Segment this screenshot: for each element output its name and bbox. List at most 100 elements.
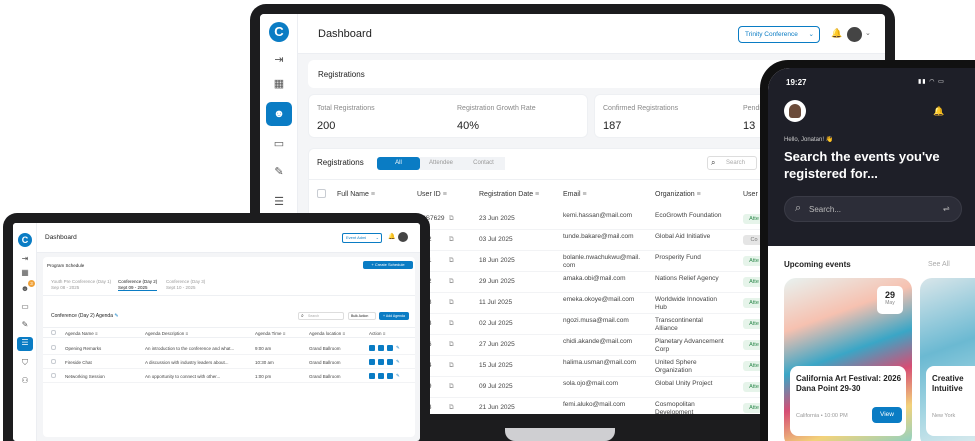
cell-email: tunde.bakare@mail.com (563, 233, 634, 240)
row-checkbox[interactable] (51, 373, 56, 378)
search-input[interactable]: ⌕ Search (298, 312, 344, 320)
edit-icon[interactable] (378, 345, 384, 351)
view-icon[interactable] (369, 345, 375, 351)
column-header-agenda-time[interactable]: Agenda Time ≡ (255, 331, 285, 336)
edit-icon[interactable]: ✎ (271, 164, 287, 180)
filter-icon[interactable]: ⇌ (943, 204, 950, 213)
users-icon[interactable]: ☻ (266, 102, 292, 126)
copy-icon[interactable]: ⧉ (449, 404, 454, 412)
view-button[interactable]: View (872, 407, 902, 423)
tab-contact[interactable]: Contact (462, 157, 505, 170)
conference-select[interactable]: Trinity Conference ⌄ (738, 26, 820, 43)
tab-all[interactable]: All (377, 157, 420, 170)
tab-day-1[interactable]: Youth Pre Conference (Day 1) Sep 08 - 202… (51, 279, 111, 290)
copy-icon[interactable]: ⧉ (449, 299, 454, 307)
ticket-icon[interactable]: ▭ (271, 136, 287, 152)
event-select-value: Event Admi (346, 235, 367, 240)
search-input[interactable]: ⌕ Search (707, 156, 757, 170)
column-header-agenda-description[interactable]: Agenda Description ≡ (145, 331, 188, 336)
copy-icon[interactable]: ⧉ (449, 320, 454, 328)
logo-icon[interactable]: C (18, 233, 32, 247)
checklist-icon[interactable]: ☰ (17, 337, 33, 351)
table-title: Registrations (317, 158, 364, 167)
cell-registration-date: 11 Jul 2025 (479, 299, 513, 306)
dashboard-icon[interactable]: ▦ (19, 267, 31, 279)
search-input[interactable]: ⌕ Search... ⇌ (784, 196, 962, 222)
row-checkbox[interactable] (51, 345, 56, 350)
edit-icon[interactable]: ✎ (19, 319, 31, 331)
filter-icon[interactable]: ≡ (582, 191, 586, 198)
login-icon[interactable]: ⇥ (19, 253, 31, 265)
search-placeholder: Search... (809, 205, 842, 214)
filter-icon[interactable]: ≡ (343, 331, 346, 336)
edit-icon[interactable] (378, 373, 384, 379)
event-card[interactable]: Creative Intuitive New York (920, 278, 975, 441)
view-icon[interactable] (369, 373, 375, 379)
status-time: 19:27 (786, 78, 807, 87)
edit-icon[interactable]: ✎ (114, 313, 118, 319)
filter-icon[interactable]: ≡ (443, 191, 447, 198)
avatar[interactable] (847, 27, 862, 42)
add-agenda-button[interactable]: + Add Agenda (379, 312, 409, 320)
table-row[interactable] (43, 355, 415, 369)
filter-icon[interactable]: ≡ (95, 331, 98, 336)
copy-icon[interactable]: ⧉ (449, 215, 454, 223)
copy-icon[interactable]: ⧉ (449, 236, 454, 244)
greeting: Hello, Jonatan! 👋 (784, 137, 834, 143)
login-icon[interactable]: ⇥ (271, 52, 287, 68)
team-icon[interactable]: ⚇ (19, 375, 31, 387)
bell-icon[interactable]: 🔔 (933, 106, 944, 117)
column-header-agenda-name[interactable]: Agenda Name ≡ (65, 331, 98, 336)
event-card[interactable]: 29 May California Art Festival: 2026 Dan… (784, 278, 912, 441)
column-header-user-id[interactable]: User ID ≡ (417, 191, 447, 198)
copy-icon[interactable]: ⧉ (449, 383, 454, 391)
column-label: Full Name (337, 191, 369, 198)
bell-icon[interactable]: 🔔 (831, 28, 842, 39)
bell-icon[interactable]: 🔔 (388, 233, 395, 240)
column-header-organization[interactable]: Organization ≡ (655, 191, 701, 198)
select-all-checkbox[interactable] (317, 189, 326, 198)
avatar[interactable] (398, 232, 408, 242)
copy-icon[interactable]: ⧉ (449, 278, 454, 286)
sponsor-icon[interactable]: ⛉ (19, 357, 31, 369)
filter-icon[interactable]: ≡ (186, 331, 189, 336)
column-header-full-name[interactable]: Full Name ≡ (337, 191, 375, 198)
column-header-registration-date[interactable]: Registration Date ≡ (479, 191, 539, 198)
chevron-down-icon[interactable]: ⌄ (865, 29, 871, 37)
filter-icon[interactable]: ≡ (697, 191, 701, 198)
row-checkbox[interactable] (51, 359, 56, 364)
bulk-action-select[interactable]: Bulk Action (348, 312, 376, 320)
logo-icon[interactable]: C (269, 22, 289, 42)
tab-title: Conference (Day 2) (118, 279, 158, 284)
select-all-checkbox[interactable] (51, 330, 56, 335)
filter-icon[interactable]: ≡ (535, 191, 539, 198)
delete-icon[interactable] (387, 359, 393, 365)
filter-icon[interactable]: ≡ (371, 191, 375, 198)
see-all-link[interactable]: See All (928, 261, 950, 268)
dashboard-icon[interactable]: ▦ (271, 76, 287, 92)
column-header-agenda-location[interactable]: Agenda location ≡ (309, 331, 345, 336)
tab-day-3[interactable]: Conference (Day 3) Sept 10 - 2025 (166, 279, 205, 290)
ticket-icon[interactable]: ▭ (19, 301, 31, 313)
filter-icon[interactable]: ≡ (383, 331, 386, 336)
event-meta: California • 10:00 PM (796, 413, 848, 419)
pencil-icon[interactable]: ✎ (396, 345, 400, 351)
tab-attendee[interactable]: Attendee (420, 157, 462, 170)
event-select[interactable]: Event Admi ⌄ (342, 233, 382, 243)
copy-icon[interactable]: ⧉ (449, 341, 454, 349)
delete-icon[interactable] (387, 345, 393, 351)
avatar[interactable] (784, 100, 806, 122)
edit-icon[interactable] (378, 359, 384, 365)
copy-icon[interactable]: ⧉ (449, 362, 454, 370)
pencil-icon[interactable]: ✎ (396, 373, 400, 379)
column-header-email[interactable]: Email ≡ (563, 191, 587, 198)
delete-icon[interactable] (387, 373, 393, 379)
filter-icon[interactable]: ≡ (283, 331, 286, 336)
copy-icon[interactable]: ⧉ (449, 257, 454, 265)
tab-day-2[interactable]: Conference (Day 2) Sept 09 - 2025 (118, 279, 158, 291)
checklist-icon[interactable]: ☰ (271, 194, 287, 210)
create-schedule-button[interactable]: + Create Schedule (363, 261, 413, 269)
view-icon[interactable] (369, 359, 375, 365)
pencil-icon[interactable]: ✎ (396, 359, 400, 365)
page-title: Dashboard (318, 28, 372, 40)
